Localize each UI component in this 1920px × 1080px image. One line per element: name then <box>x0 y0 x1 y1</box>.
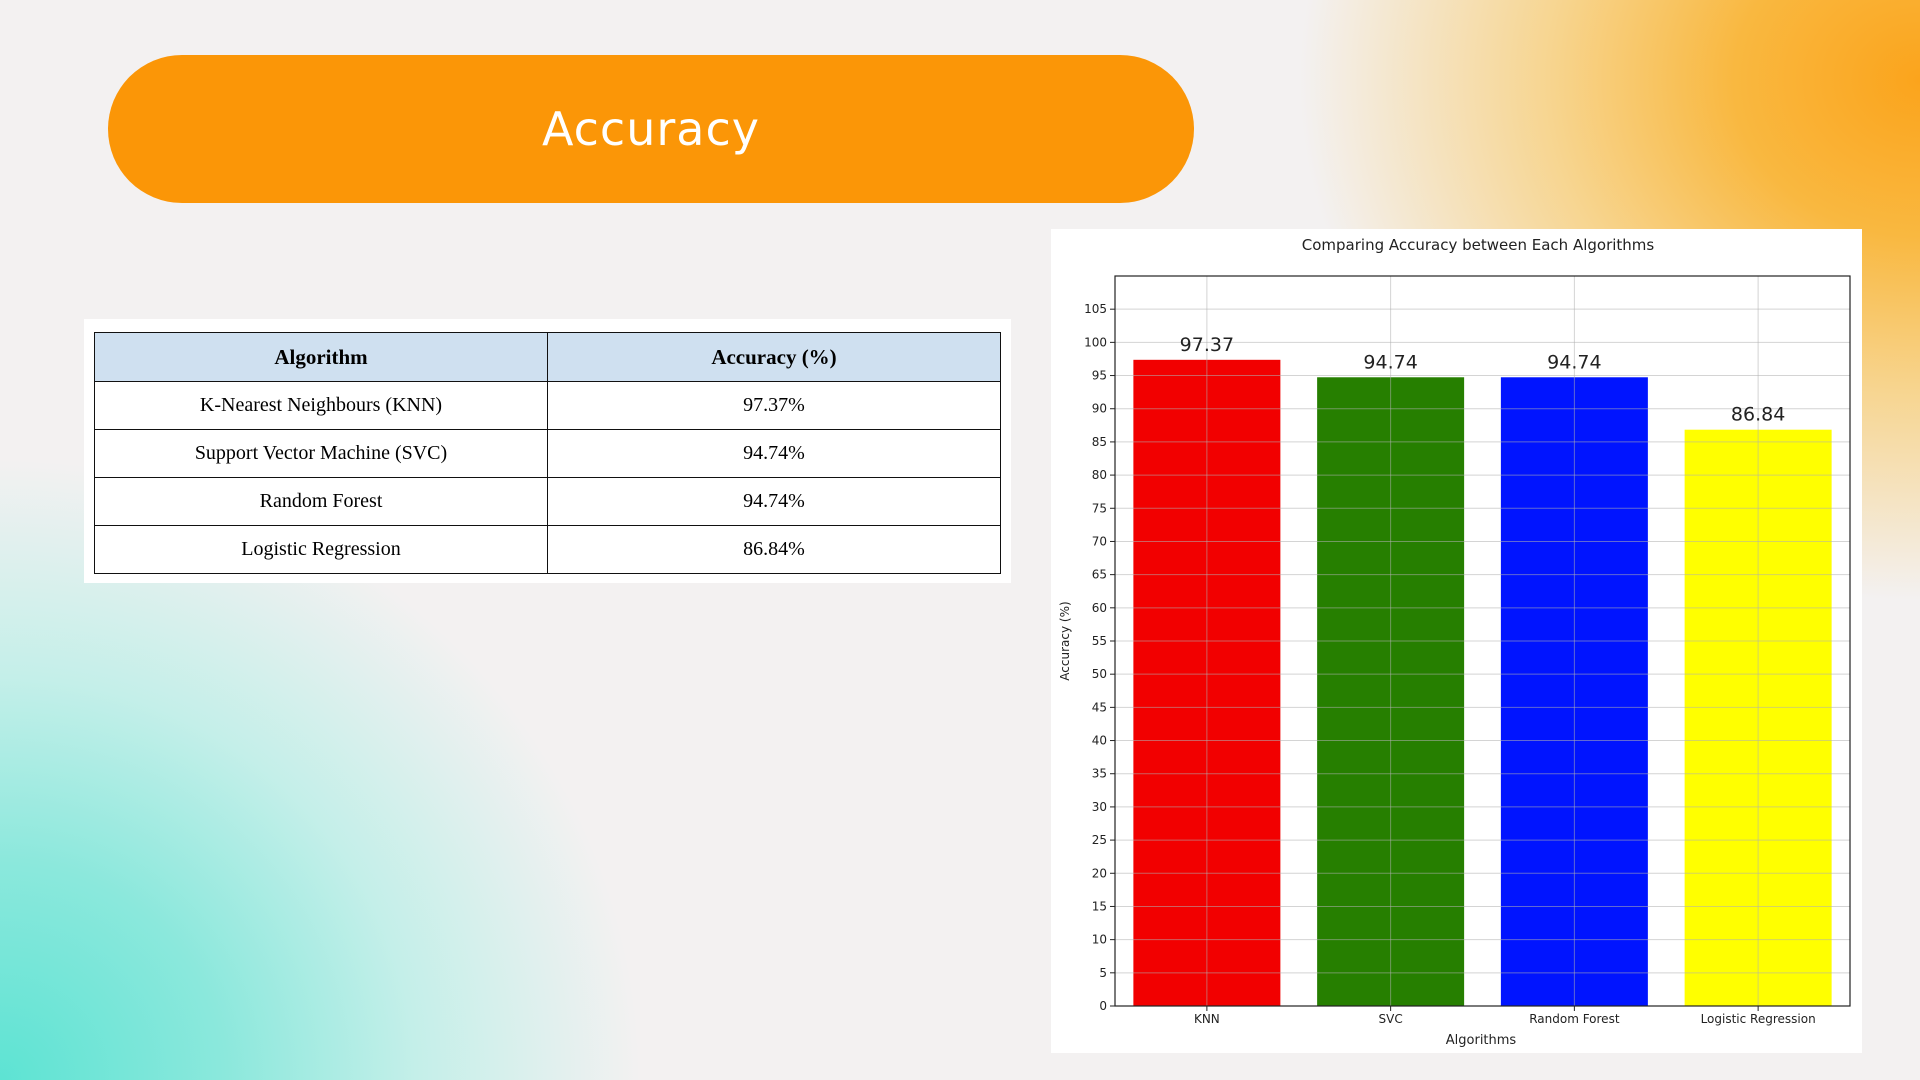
header-accuracy: Accuracy (%) <box>547 332 1001 382</box>
cell-accuracy: 86.84% <box>547 525 1001 574</box>
title-banner: Accuracy <box>108 55 1194 203</box>
cell-accuracy: 94.74% <box>547 429 1001 478</box>
y-tick-label: 30 <box>1092 800 1107 814</box>
table-row: Random Forest 94.74% <box>94 477 1001 526</box>
y-tick-label: 70 <box>1092 534 1107 548</box>
table-row: Support Vector Machine (SVC) 94.74% <box>94 429 1001 478</box>
y-tick-label: 75 <box>1092 501 1107 515</box>
y-tick-label: 20 <box>1092 866 1107 880</box>
y-tick-label: 90 <box>1092 402 1107 416</box>
cell-accuracy: 97.37% <box>547 381 1001 430</box>
x-axis-label: Algorithms <box>1446 1033 1517 1048</box>
cell-algorithm: Support Vector Machine (SVC) <box>94 429 548 478</box>
accuracy-bar-chart: Comparing Accuracy between Each Algorith… <box>1058 236 1851 1048</box>
slide-title: Accuracy <box>541 102 760 156</box>
bars <box>1133 359 1832 1007</box>
y-tick-label: 60 <box>1092 601 1107 615</box>
y-tick-label: 55 <box>1092 634 1107 648</box>
accuracy-chart-card: Comparing Accuracy between Each Algorith… <box>1051 229 1862 1053</box>
x-tick-label: SVC <box>1379 1012 1403 1026</box>
y-tick-label: 105 <box>1084 302 1107 316</box>
cell-accuracy: 94.74% <box>547 477 1001 526</box>
data-label: 94.74 <box>1363 351 1417 373</box>
chart-title: Comparing Accuracy between Each Algorith… <box>1302 236 1655 254</box>
y-tick-label: 45 <box>1092 700 1107 714</box>
y-tick-label: 25 <box>1092 833 1107 847</box>
y-tick-label: 85 <box>1092 435 1107 449</box>
y-tick-label: 95 <box>1092 369 1107 383</box>
cell-algorithm: Random Forest <box>94 477 548 526</box>
data-label: 94.74 <box>1547 351 1601 373</box>
accuracy-table: Algorithm Accuracy (%) K-Nearest Neighbo… <box>94 332 1001 574</box>
cell-algorithm: Logistic Regression <box>94 525 548 574</box>
y-tick-label: 5 <box>1099 966 1107 980</box>
y-tick-label: 40 <box>1092 734 1107 748</box>
y-tick-label: 80 <box>1092 468 1107 482</box>
y-tick-label: 35 <box>1092 767 1107 781</box>
accuracy-table-card: Algorithm Accuracy (%) K-Nearest Neighbo… <box>84 319 1011 583</box>
x-tick-label: Random Forest <box>1529 1012 1620 1026</box>
y-tick-label: 0 <box>1099 999 1107 1013</box>
cell-algorithm: K-Nearest Neighbours (KNN) <box>94 381 548 430</box>
y-tick-label: 65 <box>1092 568 1107 582</box>
y-tick-label: 100 <box>1084 335 1107 349</box>
x-tick-label: Logistic Regression <box>1701 1012 1816 1026</box>
table-row: K-Nearest Neighbours (KNN) 97.37% <box>94 381 1001 430</box>
y-tick-label: 50 <box>1092 667 1107 681</box>
y-axis-label: Accuracy (%) <box>1058 601 1072 680</box>
y-tick-label: 15 <box>1092 899 1107 913</box>
data-label: 97.37 <box>1180 334 1234 356</box>
data-label: 86.84 <box>1731 404 1785 426</box>
x-tick-label: KNN <box>1194 1012 1220 1026</box>
table-row: Logistic Regression 86.84% <box>94 525 1001 574</box>
table-header-row: Algorithm Accuracy (%) <box>94 332 1001 382</box>
header-algorithm: Algorithm <box>94 332 548 382</box>
y-tick-label: 10 <box>1092 933 1107 947</box>
